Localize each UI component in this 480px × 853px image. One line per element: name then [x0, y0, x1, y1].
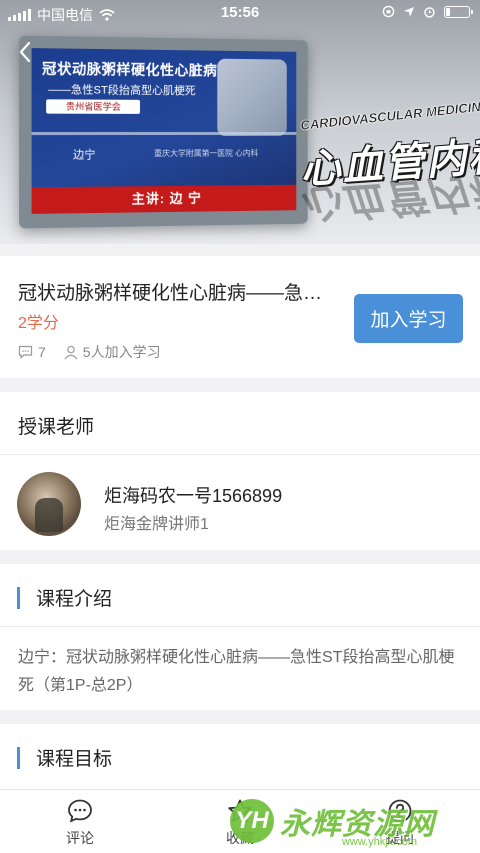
section-divider	[0, 626, 480, 627]
slide-device-image	[217, 58, 287, 136]
comment-bubble-icon	[68, 799, 92, 823]
back-button[interactable]	[14, 40, 38, 64]
learner-count: 5人加入学习	[64, 342, 161, 362]
teacher-avatar[interactable]	[17, 472, 81, 536]
section-divider	[0, 454, 480, 455]
join-study-button[interactable]: 加入学习	[354, 294, 463, 343]
tab-ask-label: 提问	[386, 830, 414, 846]
course-cover: 冠状动脉粥样硬化性心脏病 ——急性ST段抬高型心肌梗死 贵州省医学会 边宁 重庆…	[0, 0, 480, 244]
question-icon	[388, 799, 412, 823]
location-icon	[404, 6, 414, 17]
goal-header: 课程目标	[17, 744, 112, 771]
goal-section-title: 课程目标	[36, 749, 113, 770]
star-icon	[228, 799, 252, 822]
comment-icon	[18, 345, 33, 359]
comment-count-value: 7	[38, 344, 46, 360]
course-meta: 7 5人加入学习	[18, 342, 161, 362]
section-accent-bar	[17, 586, 20, 609]
comment-count: 7	[18, 344, 46, 360]
course-credit: 2学分	[18, 315, 59, 332]
tab-comment[interactable]: 评论	[40, 798, 120, 848]
slide-subtitle: ——急性ST段抬高型心肌梗死	[48, 84, 196, 98]
teacher-title: 炬海金牌讲师1	[104, 516, 209, 533]
slide-presenter-bar: 主讲: 边 宁	[31, 184, 297, 214]
teacher-section: 授课老师 炬海码农一号1566899 炬海金牌讲师1	[0, 392, 480, 550]
alarm-icon	[424, 7, 435, 18]
tab-ask[interactable]: 提问	[360, 798, 440, 848]
status-bar: 中国电信 15:56	[0, 0, 480, 26]
tab-favorite[interactable]: 收藏	[200, 798, 280, 848]
slide-title: 冠状动脉粥样硬化性心脏病	[41, 60, 218, 79]
teacher-section-title: 授课老师	[18, 417, 95, 438]
cover-screen: 冠状动脉粥样硬化性心脏病 ——急性ST段抬高型心肌梗死 贵州省医学会 边宁 重庆…	[19, 35, 308, 229]
slide-institution: 重庆大学附属第一医院 心内科	[154, 148, 259, 159]
section-accent-bar	[17, 746, 20, 769]
course-title: 冠状动脉粥样硬化性心脏病——急性ST段抬高型心肌梗死	[18, 283, 328, 304]
intro-text: 边宁：冠状动脉粥样硬化性心脏病——急性ST段抬高型心肌梗死（第1P-总2P）	[18, 649, 455, 694]
bottom-tab-bar: 评论 收藏 提问	[0, 789, 480, 853]
cover-slide: 冠状动脉粥样硬化性心脏病 ——急性ST段抬高型心肌梗死 贵州省医学会 边宁 重庆…	[31, 48, 297, 214]
battery-level	[446, 7, 451, 16]
avatar-figure	[35, 498, 63, 532]
tab-favorite-label: 收藏	[226, 830, 254, 846]
chevron-left-icon	[19, 41, 31, 63]
battery-icon	[444, 5, 473, 18]
intro-header: 课程介绍	[17, 584, 112, 611]
status-right	[382, 5, 473, 18]
rotation-lock-icon	[382, 5, 395, 18]
intro-section: 课程介绍 边宁：冠状动脉粥样硬化性心脏病——急性ST段抬高型心肌梗死（第1P-总…	[0, 564, 480, 710]
course-info: 冠状动脉粥样硬化性心脏病——急性ST段抬高型心肌梗死 2学分 7 5人加入学习 …	[0, 256, 480, 378]
person-icon	[64, 345, 78, 359]
learner-count-value: 5人加入学习	[82, 344, 161, 360]
intro-section-title: 课程介绍	[36, 589, 113, 610]
slide-divider	[31, 132, 297, 136]
slide-speaker: 边宁	[72, 149, 96, 162]
tab-comment-label: 评论	[66, 830, 94, 846]
teacher-name[interactable]: 炬海码农一号1566899	[104, 482, 282, 508]
goal-section: 课程目标	[0, 724, 480, 794]
slide-logo: 贵州省医学会	[46, 99, 141, 114]
